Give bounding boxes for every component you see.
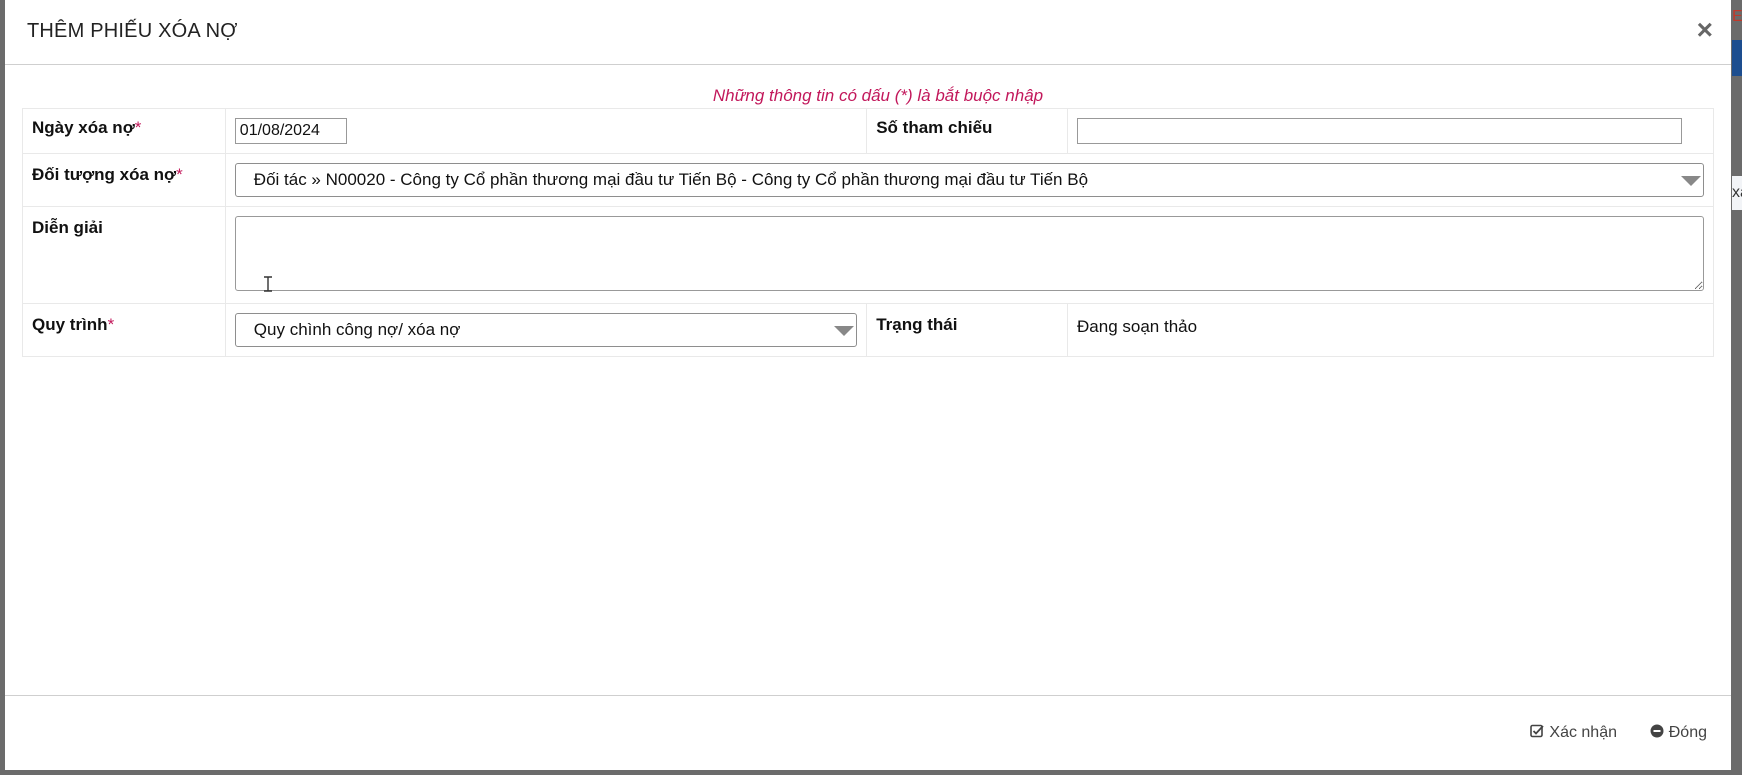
form-row-date: Ngày xóa nợ* Số tham chiếu [22,108,1714,154]
close-icon[interactable]: × [1697,16,1713,44]
chevron-down-icon [1681,176,1701,186]
status-value: Đang soạn thảo [1077,317,1198,336]
description-label-cell: Diễn giải [22,206,226,304]
form-row-description: Diễn giải [22,206,1715,304]
confirm-button[interactable]: Xác nhận [1530,724,1617,742]
target-label: Đối tượng xóa nợ [32,165,177,184]
process-field-cell: Quy chình công nợ/ xóa nợ [224,303,868,357]
form-row-process: Quy trình* Quy chình công nợ/ xóa nợ Trạ… [22,303,1714,357]
target-label-cell: Đối tượng xóa nợ* [22,153,226,207]
background-red-text: E [1732,8,1742,25]
status-value-cell: Đang soạn thảo [1067,303,1714,357]
minus-circle-icon [1650,724,1664,738]
background-side-text: xa [1732,176,1742,210]
description-label: Diễn giải [32,218,103,237]
status-label-cell: Trạng thái [866,303,1069,357]
chevron-down-icon [834,326,855,336]
process-label: Quy trình [32,315,108,334]
confirm-button-label: Xác nhận [1549,724,1617,741]
check-square-icon [1530,724,1545,738]
process-select[interactable]: Quy chình công nợ/ xóa nợ [234,313,858,347]
close-button[interactable]: Đóng [1650,724,1707,742]
target-field-cell: Đối tác » N00020 - Công ty Cổ phần thươn… [224,153,1715,207]
modal-header: THÊM PHIẾU XÓA NỢ × [5,0,1731,65]
add-debt-writeoff-modal: THÊM PHIẾU XÓA NỢ × Những thông tin có d… [5,0,1731,770]
description-field-cell [224,206,1715,304]
reference-input[interactable] [1077,118,1683,144]
required-note: Những thông tin có dấu (*) là bắt buộc n… [712,86,1044,105]
modal-footer: Xác nhận Đóng [5,695,1731,770]
target-select-value: Đối tác » N00020 - Công ty Cổ phần thươn… [253,170,1089,189]
reference-field-cell [1067,108,1714,154]
date-field-cell [224,108,868,154]
debt-writeoff-form: Ngày xóa nợ* Số tham chiếu Đối tượng xóa… [22,108,1715,357]
writeoff-date-input[interactable] [234,118,347,144]
status-label: Trạng thái [876,315,958,334]
date-label: Ngày xóa nợ [32,118,135,137]
description-textarea[interactable] [234,216,1704,291]
process-select-value: Quy chình công nợ/ xóa nợ [253,320,461,339]
text-cursor-icon [263,276,273,297]
background-header-strip [1732,40,1742,76]
target-select[interactable]: Đối tác » N00020 - Công ty Cổ phần thươn… [234,163,1704,197]
reference-label-cell: Số tham chiếu [866,108,1069,154]
process-label-cell: Quy trình* [22,303,226,357]
modal-title: THÊM PHIẾU XÓA NỢ [27,20,238,42]
required-mark: * [176,165,183,184]
form-row-target: Đối tượng xóa nợ* Đối tác » N00020 - Côn… [22,153,1715,207]
date-label-cell: Ngày xóa nợ* [22,108,226,154]
reference-label: Số tham chiếu [876,118,993,137]
required-mark: * [134,118,142,137]
required-mark: * [107,315,115,334]
close-button-label: Đóng [1668,724,1707,741]
